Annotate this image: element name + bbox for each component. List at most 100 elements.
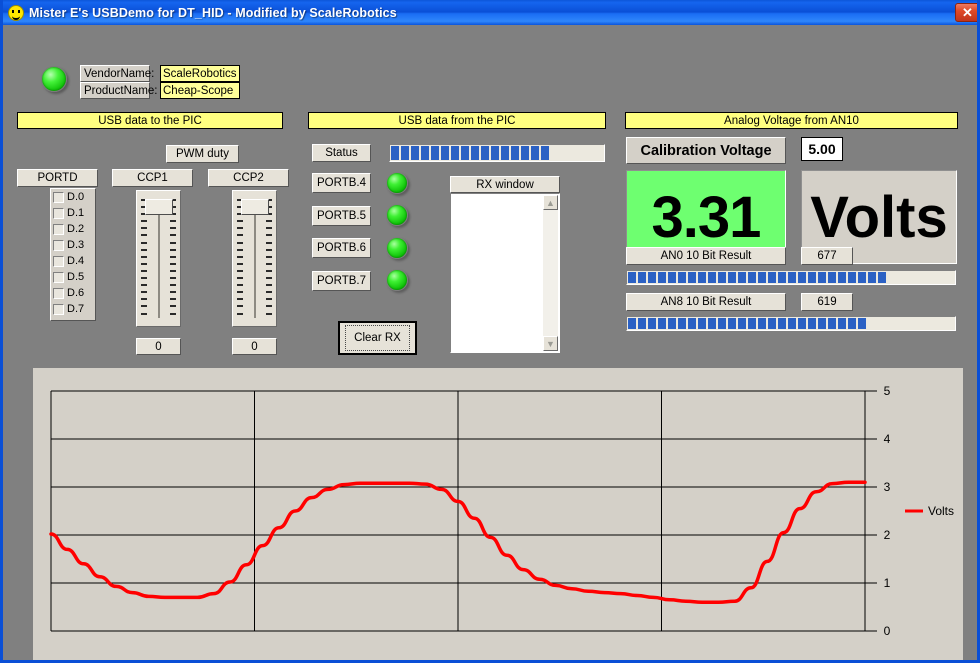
- status-progress-bar: [389, 144, 605, 162]
- rx-window[interactable]: ▲ ▼: [450, 193, 560, 353]
- progress-segment: [838, 272, 846, 283]
- progress-segment: [878, 272, 886, 283]
- portd-checkbox-group: D.0 D.1 D.2 D.3 D.4 D.5 D.6 D.7: [50, 188, 96, 321]
- checkbox-box-icon[interactable]: [53, 288, 64, 299]
- an0-result-value: 677: [801, 247, 853, 265]
- portb7-label: PORTB.7: [312, 271, 371, 291]
- chart-y-tick-label: 1: [884, 576, 891, 590]
- vendor-name-label: VendorName:: [80, 65, 150, 82]
- portb5-label: PORTB.5: [312, 206, 371, 226]
- progress-segment: [748, 318, 756, 329]
- portb4-label: PORTB.4: [312, 173, 371, 193]
- progress-segment: [658, 318, 666, 329]
- ccp1-slider-thumb[interactable]: [145, 199, 173, 215]
- progress-segment: [728, 318, 736, 329]
- chevron-up-icon[interactable]: ▲: [543, 195, 558, 210]
- panel-title-usb-to-pic: USB data to the PIC: [17, 112, 283, 129]
- voltage-chart: 012345Volts: [33, 368, 963, 663]
- ccp2-value: 0: [232, 338, 277, 355]
- chart-legend-label: Volts: [928, 504, 954, 518]
- progress-segment: [828, 318, 836, 329]
- chart-canvas: 012345Volts: [33, 368, 963, 663]
- progress-segment: [738, 318, 746, 329]
- progress-segment: [758, 318, 766, 329]
- ccp2-slider[interactable]: [232, 190, 277, 327]
- progress-segment: [698, 318, 706, 329]
- progress-segment: [848, 272, 856, 283]
- progress-segment: [748, 272, 756, 283]
- checkbox-d7[interactable]: D.7: [53, 303, 84, 315]
- progress-segment: [708, 318, 716, 329]
- progress-segment: [868, 272, 876, 283]
- checkbox-box-icon[interactable]: [53, 304, 64, 315]
- an8-progress-bar: [626, 316, 956, 331]
- progress-segment: [838, 318, 846, 329]
- close-button[interactable]: ✕: [955, 3, 980, 22]
- progress-segment: [678, 272, 686, 283]
- an8-result-label: AN8 10 Bit Result: [626, 293, 786, 311]
- checkbox-box-icon[interactable]: [53, 256, 64, 267]
- progress-segment: [501, 146, 509, 160]
- checkbox-label: D.3: [67, 239, 84, 251]
- checkbox-box-icon[interactable]: [53, 240, 64, 251]
- progress-segment: [668, 272, 676, 283]
- ccp1-slider[interactable]: [136, 190, 181, 327]
- status-progress-segments: [391, 146, 549, 160]
- progress-segment: [848, 318, 856, 329]
- progress-segment: [708, 272, 716, 283]
- progress-segment: [491, 146, 499, 160]
- progress-segment: [698, 272, 706, 283]
- progress-segment: [808, 272, 816, 283]
- an8-result-value: 619: [801, 293, 853, 311]
- progress-segment: [768, 318, 776, 329]
- progress-segment: [391, 146, 399, 160]
- rx-window-scrollbar[interactable]: ▲ ▼: [543, 195, 558, 351]
- progress-segment: [401, 146, 409, 160]
- portb7-led: [386, 269, 408, 291]
- an8-progress-segments: [628, 318, 866, 329]
- progress-segment: [531, 146, 539, 160]
- progress-segment: [648, 272, 656, 283]
- progress-segment: [678, 318, 686, 329]
- chart-y-tick-label: 2: [884, 528, 891, 542]
- checkbox-d0[interactable]: D.0: [53, 191, 84, 203]
- progress-segment: [738, 272, 746, 283]
- ccp2-slider-ticks-right: [266, 199, 272, 320]
- portb6-led: [386, 237, 408, 259]
- connection-led: [41, 66, 67, 92]
- ccp2-label: CCP2: [208, 169, 289, 187]
- chart-y-tick-label: 3: [884, 480, 891, 494]
- progress-segment: [521, 146, 529, 160]
- panel-title-usb-from-pic: USB data from the PIC: [308, 112, 606, 129]
- checkbox-d2[interactable]: D.2: [53, 223, 84, 235]
- checkbox-d3[interactable]: D.3: [53, 239, 84, 251]
- chevron-down-icon[interactable]: ▼: [543, 336, 558, 351]
- progress-segment: [688, 272, 696, 283]
- checkbox-d6[interactable]: D.6: [53, 287, 84, 299]
- clear-rx-button[interactable]: Clear RX: [338, 321, 417, 355]
- progress-segment: [688, 318, 696, 329]
- progress-segment: [658, 272, 666, 283]
- portb6-label: PORTB.6: [312, 238, 371, 258]
- portb4-led: [386, 172, 408, 194]
- progress-segment: [728, 272, 736, 283]
- client-area: VendorName: ProductName: ScaleRobotics C…: [3, 25, 977, 660]
- checkbox-label: D.1: [67, 207, 84, 219]
- an0-progress-segments: [628, 272, 886, 283]
- progress-segment: [628, 318, 636, 329]
- calibration-voltage-input[interactable]: 5.00: [801, 137, 843, 161]
- checkbox-box-icon[interactable]: [53, 208, 64, 219]
- application-window: Mister E's USBDemo for DT_HID - Modified…: [0, 0, 980, 663]
- ccp1-value: 0: [136, 338, 181, 355]
- ccp2-slider-thumb[interactable]: [241, 199, 269, 215]
- ccp2-slider-rail: [254, 211, 256, 318]
- checkbox-box-icon[interactable]: [53, 224, 64, 235]
- checkbox-d4[interactable]: D.4: [53, 255, 84, 267]
- checkbox-box-icon[interactable]: [53, 272, 64, 283]
- ccp1-slider-ticks-right: [170, 199, 176, 320]
- checkbox-d5[interactable]: D.5: [53, 271, 84, 283]
- pwm-duty-label: PWM duty: [166, 145, 239, 163]
- checkbox-d1[interactable]: D.1: [53, 207, 84, 219]
- progress-segment: [758, 272, 766, 283]
- checkbox-box-icon[interactable]: [53, 192, 64, 203]
